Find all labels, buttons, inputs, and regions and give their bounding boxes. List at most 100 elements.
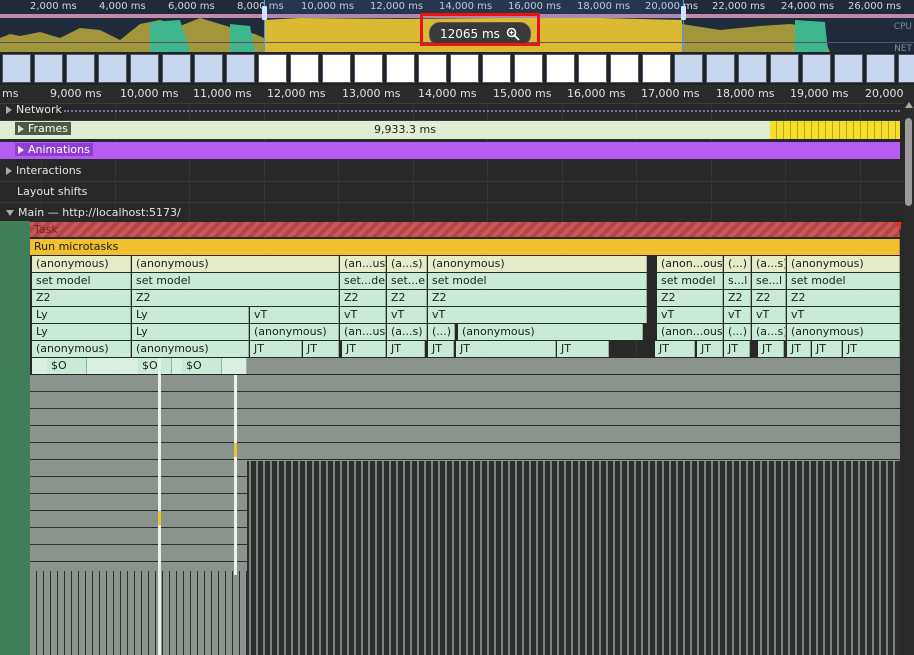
flame-entry[interactable]: JT [428,341,454,357]
screenshot-thumbnail[interactable] [290,54,319,83]
animations-track-label[interactable]: Animations [15,143,93,156]
flame-entry[interactable]: (an...us) [340,324,386,340]
flame-entry[interactable]: JT [724,341,750,357]
screenshot-thumbnail[interactable] [770,54,799,83]
flame-entry[interactable]: Z2 [752,290,786,306]
screenshot-thumbnail[interactable] [386,54,415,83]
flame-entry[interactable]: vT [724,307,751,323]
screenshot-thumbnail[interactable] [258,54,287,83]
screenshot-thumbnail[interactable] [546,54,575,83]
screenshot-thumbnail[interactable] [642,54,671,83]
screenshot-thumbnail[interactable] [514,54,543,83]
flame-entry[interactable]: (a...s) [387,324,427,340]
expand-triangle-icon[interactable] [18,125,24,133]
frames-bar[interactable] [0,121,900,139]
flame-entry[interactable]: $O [47,358,87,374]
flame-entry[interactable]: JT [655,341,695,357]
screenshot-thumbnail[interactable] [450,54,479,83]
flame-entry[interactable]: se...l [752,273,786,289]
flame-entry[interactable]: Z2 [387,290,427,306]
flame-entry[interactable]: set model [32,273,131,289]
screenshot-thumbnail[interactable] [98,54,127,83]
expand-triangle-icon[interactable] [6,106,12,114]
scroll-up-arrow-icon[interactable] [905,102,913,108]
task-bar[interactable]: Task [30,222,900,237]
screenshot-thumbnail[interactable] [130,54,159,83]
flame-entry[interactable]: JT [758,341,784,357]
screenshot-thumbnail[interactable] [674,54,703,83]
flame-entry[interactable]: JT [456,341,556,357]
screenshot-thumbnail[interactable] [802,54,831,83]
flame-entry[interactable]: $O [138,358,172,374]
flame-entry[interactable]: set...del [340,273,386,289]
flame-entry[interactable]: Z2 [787,290,900,306]
flame-entry[interactable]: JT [387,341,425,357]
screenshot-thumbnail[interactable] [162,54,191,83]
screenshot-thumbnail[interactable] [866,54,895,83]
flame-entry[interactable]: (anonymous) [32,341,131,357]
flame-entry[interactable]: Ly [132,307,249,323]
screenshot-thumbnail[interactable] [578,54,607,83]
screenshot-thumbnail[interactable] [706,54,735,83]
screenshot-thumbnail[interactable] [834,54,863,83]
flame-entry[interactable]: JT [250,341,302,357]
flame-entry[interactable]: (...) [724,256,751,272]
screenshot-thumbnail[interactable] [898,54,914,83]
flame-entry[interactable]: (a...s) [752,256,786,272]
flame-entry[interactable]: s...l [724,273,751,289]
screenshot-thumbnail[interactable] [610,54,639,83]
flame-entry[interactable]: (anonymous) [428,256,647,272]
flame-entry[interactable]: Z2 [657,290,723,306]
screenshot-thumbnail[interactable] [738,54,767,83]
flame-entry[interactable]: (anonymous) [32,256,131,272]
flame-entry[interactable]: Ly [132,324,249,340]
frames-track-label[interactable]: Frames [15,122,72,135]
flame-entry[interactable]: set model [657,273,723,289]
flame-entry[interactable]: (anon...ous) [657,324,723,340]
animations-track[interactable] [0,142,900,159]
flame-entry[interactable]: vT [787,307,900,323]
deep-call-stack-dense[interactable] [247,461,900,655]
flame-entry[interactable]: (anonymous) [458,324,643,340]
flame-entry[interactable]: Z2 [340,290,386,306]
flame-entry[interactable]: vT [752,307,786,323]
screenshot-thumbnail[interactable] [418,54,447,83]
flame-entry[interactable]: Ly [32,324,131,340]
screenshot-thumbnail[interactable] [322,54,351,83]
flame-entry[interactable]: vT [340,307,386,323]
flame-entry[interactable]: (anonymous) [132,256,339,272]
screenshot-thumbnail[interactable] [226,54,255,83]
flame-entry[interactable]: set...el [387,273,427,289]
flame-entry[interactable]: Z2 [32,290,131,306]
flame-entry[interactable]: (anonymous) [787,256,900,272]
flame-entry[interactable]: $O [182,358,222,374]
flame-entry[interactable]: JT [697,341,723,357]
flame-entry[interactable]: vT [428,307,647,323]
flame-entry[interactable]: JT [342,341,386,357]
flame-entry[interactable]: (anonymous) [787,324,900,340]
flame-entry[interactable]: set model [787,273,900,289]
flame-entry[interactable]: vT [250,307,339,323]
screenshot-thumbnail[interactable] [2,54,31,83]
collapse-triangle-icon[interactable] [6,210,14,216]
run-microtasks-bar[interactable]: Run microtasks [30,239,900,255]
flame-entry[interactable]: (a...s) [752,324,786,340]
flame-entry[interactable]: set model [132,273,339,289]
flame-entry[interactable]: Z2 [724,290,751,306]
flame-entry[interactable]: vT [657,307,723,323]
flame-entry[interactable]: (anon...ous) [657,256,723,272]
flame-entry[interactable]: JT [303,341,339,357]
screenshot-thumbnail[interactable] [34,54,63,83]
flame-entry[interactable]: (an...us) [340,256,386,272]
screenshot-thumbnail[interactable] [482,54,511,83]
screenshot-thumbnail[interactable] [194,54,223,83]
layout-shifts-track[interactable]: Layout shifts [0,182,904,203]
expand-triangle-icon[interactable] [18,146,24,154]
flame-entry[interactable]: (...) [428,324,455,340]
selection-left-handle[interactable] [262,6,267,20]
scrollbar-thumb[interactable] [905,118,912,206]
flame-entry[interactable]: Z2 [428,290,647,306]
flame-entry[interactable]: JT [812,341,842,357]
interactions-track[interactable]: Interactions [0,161,904,182]
screenshots-filmstrip[interactable] [0,52,914,85]
